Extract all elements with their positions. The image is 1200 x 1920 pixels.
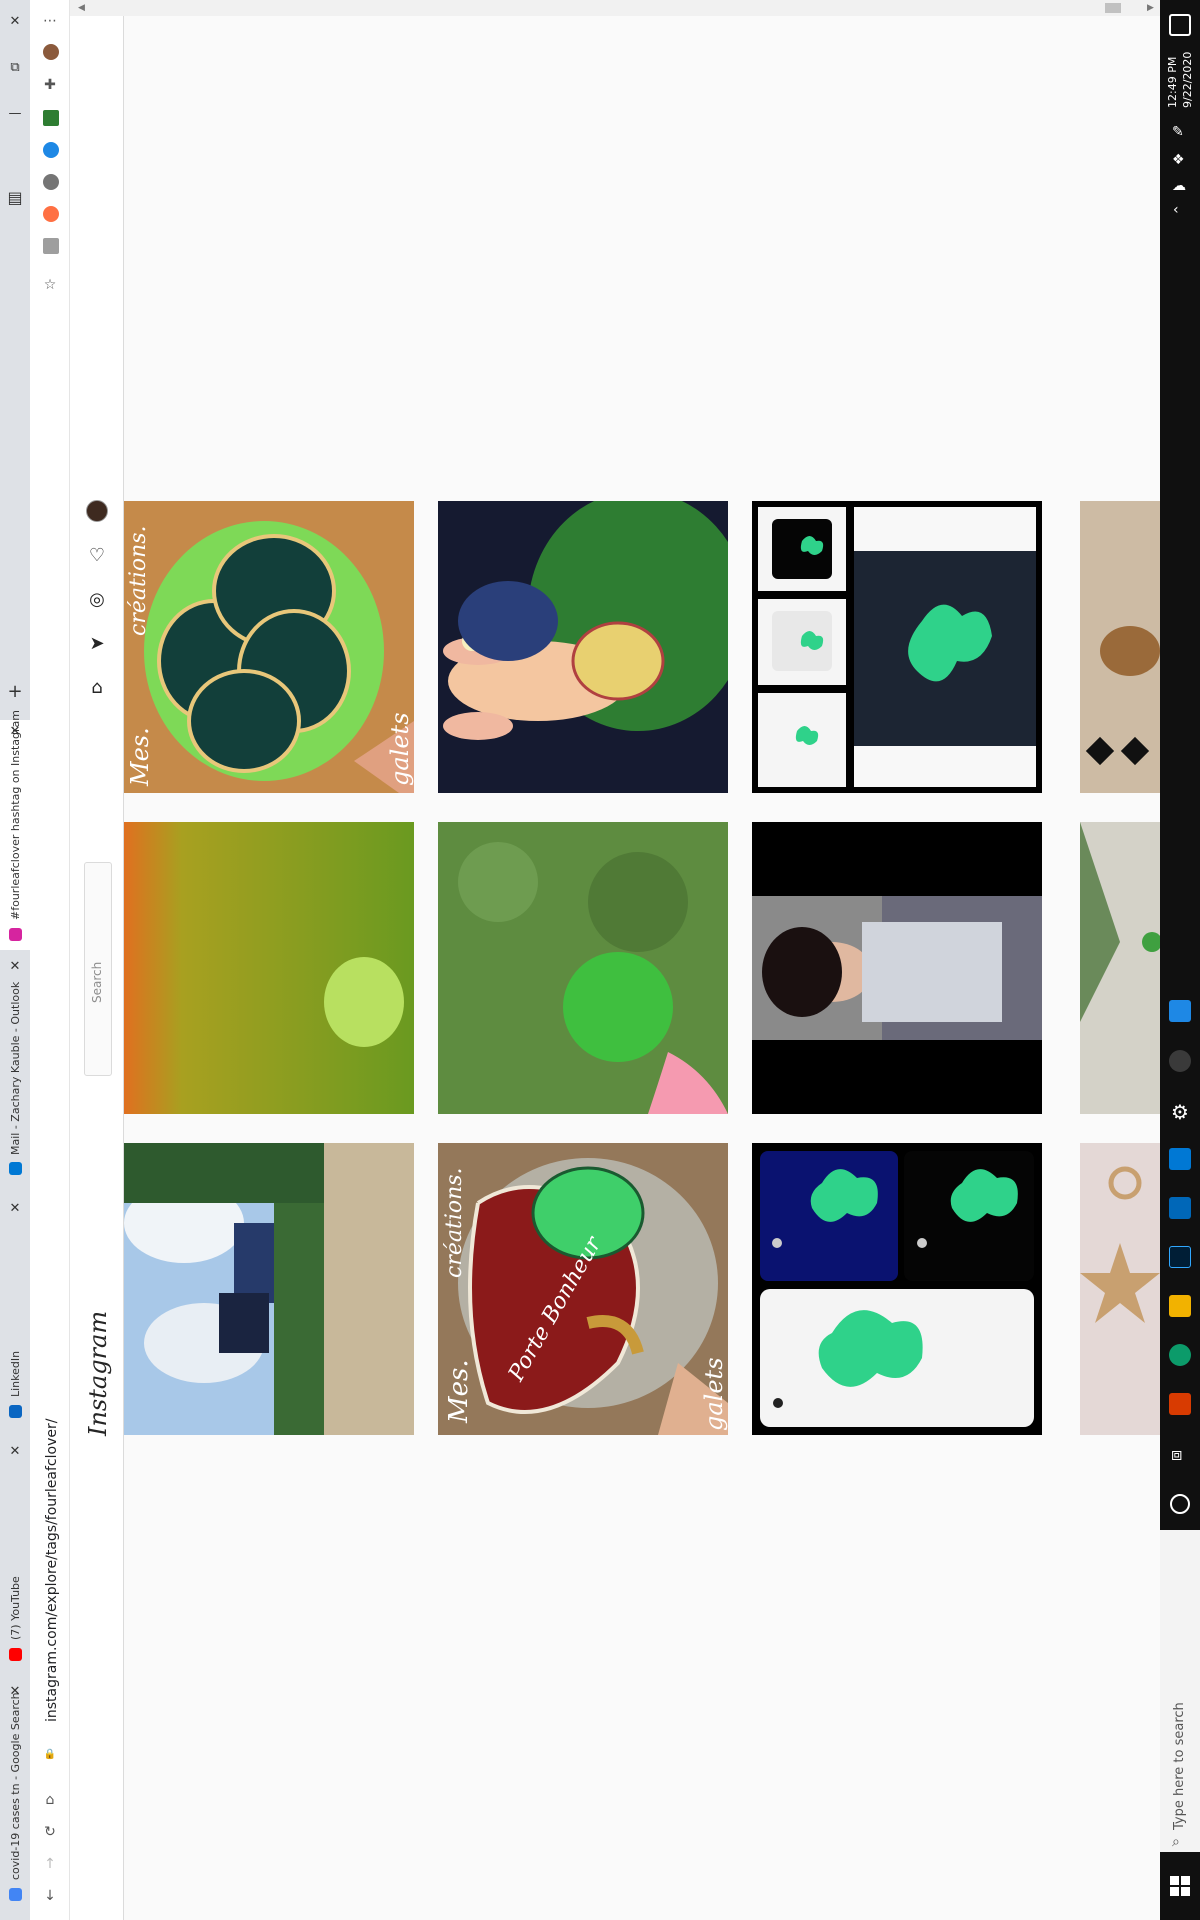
search-placeholder: Search <box>90 961 104 1003</box>
tab-title: #fourleafclover hashtag on Instagram <box>9 710 22 920</box>
post-tile[interactable] <box>752 822 1042 1114</box>
google-favicon-icon <box>9 1888 22 1901</box>
cortana-icon[interactable] <box>1170 1494 1190 1514</box>
scrollbar-thumb[interactable] <box>1105 3 1121 13</box>
extensions-icon[interactable]: ✚ <box>41 76 59 94</box>
instagram-header: Instagram Search ⌂ ➤ ◎ ♡ <box>70 0 124 1920</box>
youtube-favicon-icon <box>9 1648 22 1661</box>
taskbar-search-placeholder: Type here to search <box>1172 1702 1187 1830</box>
window-restore-icon[interactable]: ⧉ <box>7 60 23 76</box>
tab-close-icon[interactable]: ✕ <box>7 1201 23 1217</box>
chevron-up-icon[interactable]: ‹ <box>1173 202 1179 218</box>
post-tile[interactable]: Porte Bonheur Mes. galets créations. <box>438 1143 728 1435</box>
windows-taskbar: 12:49 PM 9/22/2020 ✎ ❖ ☁ ‹ ⚙ ⧈ Type here… <box>1160 0 1200 1920</box>
taskbar-time[interactable]: 12:49 PM <box>1166 57 1179 108</box>
direct-icon[interactable]: ➤ <box>85 632 109 656</box>
post-tile[interactable] <box>438 822 728 1114</box>
scroll-right-icon[interactable]: ▶ <box>1147 3 1154 13</box>
file-explorer-icon[interactable] <box>1169 1295 1191 1317</box>
store-icon[interactable] <box>1169 1197 1191 1219</box>
extension-icon[interactable] <box>43 142 59 158</box>
explore-grid: Mes. galets créations. Porte Bonheur Mes… <box>124 0 1160 1920</box>
photoshop-icon[interactable] <box>1169 1246 1191 1268</box>
tab-title: LinkedIn <box>9 1350 22 1397</box>
office-icon[interactable] <box>1169 1393 1191 1415</box>
horizontal-scrollbar[interactable]: ◀ ▶ <box>70 0 1160 16</box>
extension-icon[interactable] <box>43 206 59 222</box>
taskbar-search-box[interactable]: Type here to search ⌕ <box>1160 1530 1200 1852</box>
post-caption-text: créations. <box>126 525 151 636</box>
extension-icon[interactable] <box>43 238 59 254</box>
post-tile[interactable] <box>124 1143 414 1435</box>
search-icon: ⌕ <box>1172 1834 1180 1850</box>
new-tab-button[interactable]: + <box>7 683 23 701</box>
post-tile[interactable] <box>124 822 414 1114</box>
notification-icon[interactable] <box>1169 14 1191 36</box>
window-minimize-icon[interactable]: — <box>7 106 23 122</box>
app-icon[interactable] <box>1169 1000 1191 1022</box>
scroll-left-icon[interactable]: ◀ <box>78 3 85 13</box>
post-tile[interactable] <box>752 501 1042 793</box>
tab-close-icon[interactable]: ✕ <box>7 1444 23 1460</box>
search-input[interactable]: Search <box>84 862 112 1076</box>
chrome-icon[interactable] <box>1169 1050 1191 1072</box>
post-caption-text: Mes. <box>444 1359 474 1423</box>
post-caption-text: créations. <box>442 1167 467 1278</box>
post-tile[interactable] <box>438 501 728 793</box>
tab-google[interactable]: ✕ covid-19 cases tn - Google Search <box>0 1680 30 1920</box>
edge-icon[interactable] <box>1169 1344 1191 1366</box>
post-tile[interactable] <box>752 1143 1042 1435</box>
taskbar-date[interactable]: 9/22/2020 <box>1181 52 1194 108</box>
linkedin-favicon-icon <box>9 1405 22 1418</box>
tab-instagram[interactable]: ✕ #fourleafclover hashtag on Instagram <box>0 710 30 950</box>
tab-title: (7) YouTube <box>9 1576 22 1640</box>
post-tile[interactable] <box>1080 822 1160 1114</box>
post-tile[interactable]: Mes. galets créations. <box>124 501 414 793</box>
windows-start-icon[interactable] <box>1170 1876 1190 1896</box>
browser-toolbar: ⋯ ✚ ☆ instagram.com/explore/tags/fourlea… <box>30 0 70 1920</box>
tab-strip: ✕ ⧉ — ▤ + ✕ #fourleafclover hashtag on I… <box>0 0 30 1920</box>
instagram-favicon-icon <box>9 928 22 941</box>
settings-gear-icon[interactable]: ⚙ <box>1171 1100 1189 1124</box>
reload-icon[interactable]: ↻ <box>41 1823 59 1841</box>
back-icon[interactable]: ↓ <box>41 1887 59 1905</box>
tab-linkedin[interactable]: ✕ LinkedIn <box>0 1197 30 1422</box>
instagram-logo[interactable]: Instagram <box>84 1311 112 1436</box>
menu-icon[interactable]: ⋯ <box>41 12 59 30</box>
home-button-icon[interactable]: ⌂ <box>41 1791 59 1809</box>
address-bar-url[interactable]: instagram.com/explore/tags/fourleafclove… <box>44 1419 60 1722</box>
tab-outlook[interactable]: ✕ Mail - Zachary Kauble - Outlook <box>0 955 30 1180</box>
post-caption-text: galets <box>700 1357 728 1431</box>
forward-icon[interactable]: ↑ <box>41 1855 59 1873</box>
extension-icon[interactable] <box>43 110 59 126</box>
window-close-icon[interactable]: ✕ <box>7 14 23 30</box>
post-tile[interactable] <box>1080 501 1160 793</box>
post-caption-text: galets <box>386 712 414 786</box>
explore-icon[interactable]: ◎ <box>85 588 109 612</box>
extension-icon[interactable] <box>43 174 59 190</box>
outlook-icon[interactable] <box>1169 1148 1191 1170</box>
tab-title: Mail - Zachary Kauble - Outlook <box>9 981 22 1155</box>
bookmark-star-icon[interactable]: ☆ <box>41 276 59 294</box>
tab-youtube[interactable]: ✕ (7) YouTube <box>0 1440 30 1665</box>
onedrive-icon[interactable]: ☁ <box>1172 178 1186 194</box>
tab-title: covid-19 cases tn - Google Search <box>9 1692 22 1880</box>
tab-close-icon[interactable]: ✕ <box>7 959 23 975</box>
profile-avatar[interactable] <box>86 500 108 522</box>
outlook-favicon-icon <box>9 1162 22 1175</box>
profile-icon[interactable] <box>43 44 59 60</box>
activity-icon[interactable]: ♡ <box>85 544 109 568</box>
dropbox-icon[interactable]: ❖ <box>1172 152 1185 168</box>
pen-icon[interactable]: ✎ <box>1172 124 1184 140</box>
lock-icon: 🔒 <box>43 1749 57 1760</box>
post-tile[interactable] <box>1080 1143 1160 1435</box>
home-icon[interactable]: ⌂ <box>85 676 109 700</box>
post-caption-text: Mes. <box>126 727 154 786</box>
task-view-icon[interactable]: ⧈ <box>1171 1444 1182 1465</box>
tab-search-icon[interactable]: ▤ <box>7 190 23 206</box>
